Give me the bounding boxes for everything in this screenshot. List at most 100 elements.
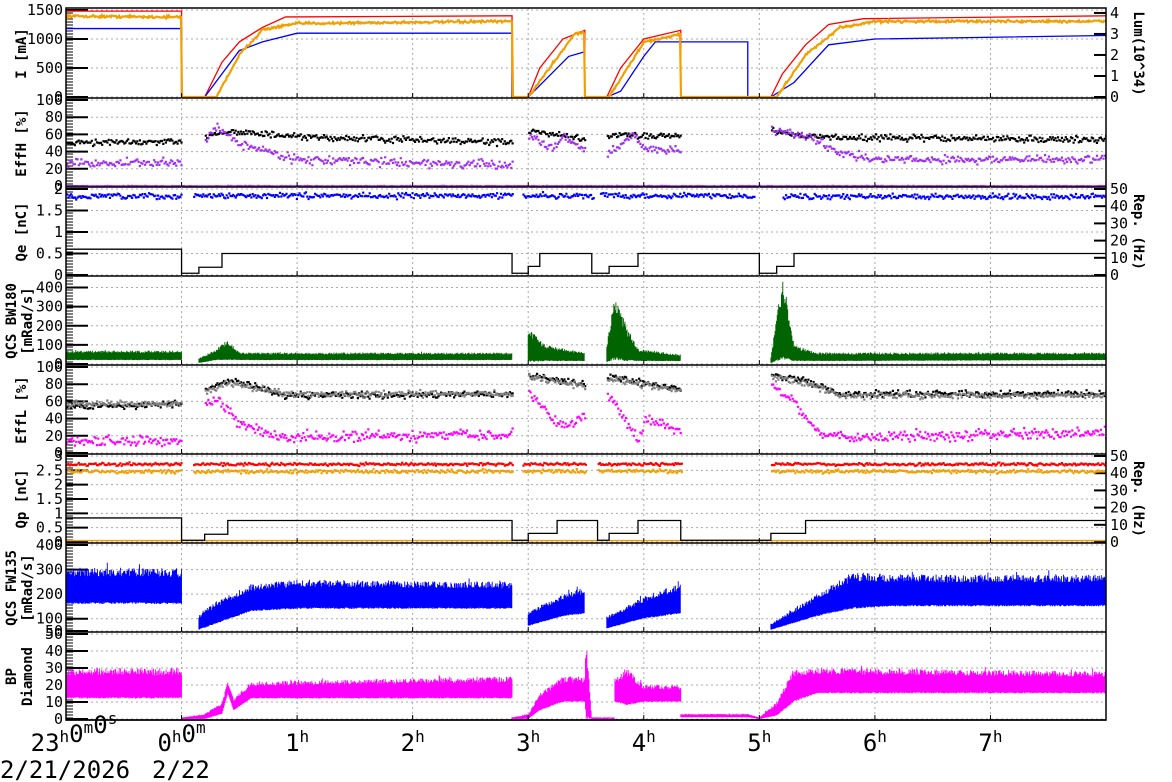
y2-tick-label: 3 xyxy=(1110,25,1119,43)
series-bw180 xyxy=(66,281,1106,363)
y2-tick-label: 50 xyxy=(1110,180,1128,198)
series-line xyxy=(66,517,1106,541)
panel-4: 0100200300400QCS BW180 [mRad/s] xyxy=(4,276,1106,373)
panel-8: 01020304050 BP Diamond xyxy=(4,625,1106,728)
y2-tick-label: 0 xyxy=(1110,533,1119,551)
y-tick-label: 20 xyxy=(45,427,63,445)
panel-6: 00.511.522.5301020304050Rep. (Hz)Qp [nC] xyxy=(14,447,1146,551)
date-label: 2/22 xyxy=(152,756,210,782)
panel-7: 50100200300400QCS FW135 [mRad/s] xyxy=(4,536,1106,640)
series-line xyxy=(66,248,1106,274)
y-axis-label: I [mA] xyxy=(14,28,30,79)
y2-tick-label: 2 xyxy=(1110,46,1119,64)
y2-tick-label: 0 xyxy=(1110,88,1119,106)
y-tick-label: 80 xyxy=(45,375,63,393)
y-axis-label-units: [mRad/s] xyxy=(20,554,36,621)
y-axis-label: QCS BW180 xyxy=(4,283,20,359)
series-line xyxy=(66,12,1106,98)
y-tick-label: 200 xyxy=(36,317,63,335)
y-tick-label: 200 xyxy=(36,585,63,603)
y-tick-label: 400 xyxy=(36,279,63,297)
series-effh-purple xyxy=(66,122,1106,170)
x-tick-label: 5h xyxy=(747,727,771,757)
y-tick-label: 2 xyxy=(54,180,63,198)
y2-tick-label: 40 xyxy=(1110,197,1128,215)
y-axis-label: Qe [nC] xyxy=(14,202,30,261)
y-tick-label: 1500 xyxy=(27,1,63,19)
series-qe-charge xyxy=(66,191,1106,201)
y-tick-label: 100 xyxy=(36,358,63,376)
y-tick-label: 60 xyxy=(45,125,63,143)
panel-5: 020406080100EffL [%] xyxy=(14,358,1106,462)
series-points xyxy=(66,122,1106,170)
y-tick-label: 300 xyxy=(36,561,63,579)
date-label: 2/21/2026 xyxy=(0,756,130,782)
x-tick-label: 23h0m0s xyxy=(31,709,118,757)
x-tick-label: 4h xyxy=(632,727,656,757)
y2-tick-label: 4 xyxy=(1110,4,1119,22)
y-axis-label: EffL [%] xyxy=(14,376,30,443)
y-tick-label: 60 xyxy=(45,392,63,410)
series-band xyxy=(66,562,1106,630)
series-qe-rep-rate xyxy=(66,248,1106,274)
y-tick-label: 0 xyxy=(54,710,63,728)
y-axis-label: QCS FW135 xyxy=(4,550,20,626)
y2-tick-label: 20 xyxy=(1110,499,1128,517)
y-tick-label: 1 xyxy=(54,223,63,241)
series-band xyxy=(66,281,1106,363)
series-qp-orange xyxy=(66,468,1106,475)
y2-tick-label: 0 xyxy=(1110,266,1119,284)
y-tick-label: 30 xyxy=(45,659,63,677)
y-tick-label: 80 xyxy=(45,108,63,126)
y-axis-label: Qp [nC] xyxy=(14,469,30,528)
y2-tick-label: 40 xyxy=(1110,464,1128,482)
accelerator-strip-chart: 05001000150001234 Lum(10^34)I [mA]0204060… xyxy=(0,1,1146,782)
y2-tick-label: 50 xyxy=(1110,447,1128,465)
y-tick-label: 0.5 xyxy=(36,245,63,263)
series-qp-red xyxy=(66,461,1106,468)
x-tick-label: 2h xyxy=(401,727,425,757)
y-tick-label: 500 xyxy=(36,59,63,77)
y-tick-label: 400 xyxy=(36,536,63,554)
series-points xyxy=(66,468,1106,475)
x-tick-label: 1h xyxy=(285,727,309,757)
y-axis-label: BP xyxy=(4,668,20,685)
panel-1: 05001000150001234 Lum(10^34)I [mA] xyxy=(14,1,1146,106)
y2-tick-label: 30 xyxy=(1110,481,1128,499)
y-tick-label: 50 xyxy=(45,625,63,643)
x-tick-label: 0h0m xyxy=(157,718,205,757)
y2-tick-label: 10 xyxy=(1110,516,1128,534)
y-tick-label: 300 xyxy=(36,298,63,316)
y-tick-label: 20 xyxy=(45,160,63,178)
y-tick-label: 3 xyxy=(54,447,63,465)
y-tick-label: 100 xyxy=(36,91,63,109)
y2-tick-label: 30 xyxy=(1110,214,1128,232)
y-tick-label: 20 xyxy=(45,676,63,694)
y-tick-label: 100 xyxy=(36,336,63,354)
series-qp-rep-rate xyxy=(66,517,1106,541)
series-points xyxy=(66,461,1106,468)
x-tick-label: 7h xyxy=(978,727,1002,757)
y-tick-label: 40 xyxy=(45,410,63,428)
x-tick-label: 6h xyxy=(863,727,887,757)
x-tick-label: 3h xyxy=(516,727,540,757)
series-luminosity xyxy=(66,12,1106,98)
y2-tick-label: 10 xyxy=(1110,249,1128,267)
y2-axis-label: Lum(10^34) xyxy=(1130,11,1146,95)
y-tick-label: 40 xyxy=(45,642,63,660)
y2-tick-label: 1 xyxy=(1110,67,1119,85)
y-axis-label: EffH [%] xyxy=(14,109,30,176)
series-points xyxy=(66,191,1106,201)
y-tick-label: 40 xyxy=(45,143,63,161)
y2-tick-label: 20 xyxy=(1110,232,1128,250)
y-tick-label: 1000 xyxy=(27,30,63,48)
panel-3: 00.511.5201020304050Rep. (Hz)Qe [nC] xyxy=(14,180,1146,284)
y2-axis-label: Rep. (Hz) xyxy=(1130,194,1146,270)
panel-2: 020406080100EffH [%] xyxy=(14,91,1106,195)
y-tick-label: 1.5 xyxy=(36,202,63,220)
y-axis-label-units: [mRad/s] xyxy=(20,287,36,354)
series-fw135 xyxy=(66,562,1106,630)
y-tick-label: 10 xyxy=(45,693,63,711)
y2-axis-label: Rep. (Hz) xyxy=(1130,461,1146,537)
y-axis-label-units: Diamond xyxy=(20,647,36,706)
